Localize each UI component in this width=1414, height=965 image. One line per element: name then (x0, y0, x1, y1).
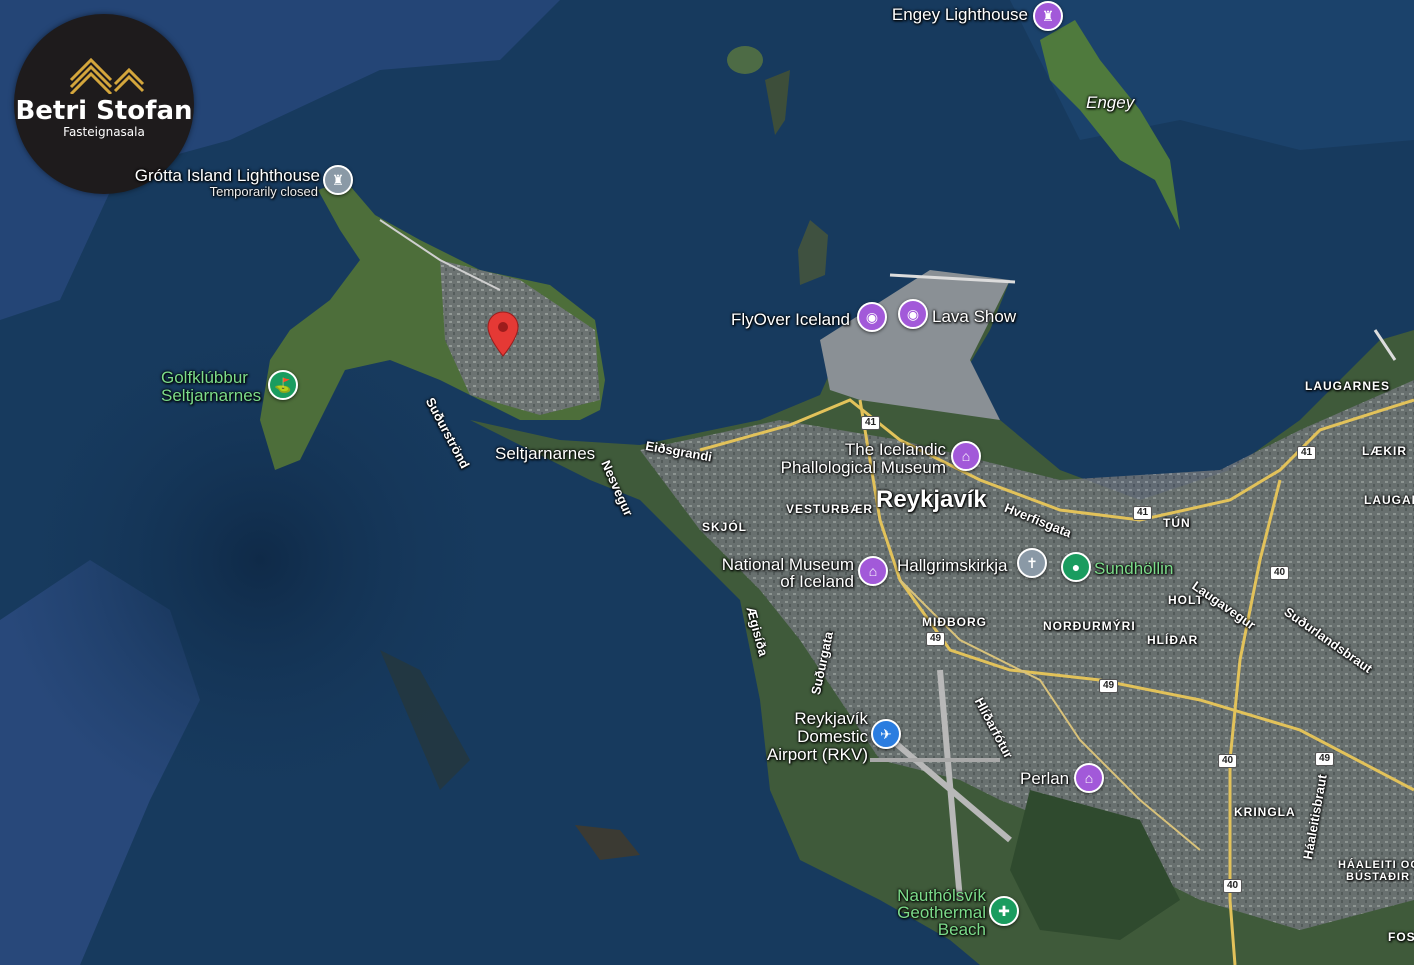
road-shield-40: 40 (1270, 566, 1290, 580)
place-label-seltjarnarnes: Seltjarnarnes (495, 444, 596, 463)
district-label-laugarnes: LAUGARNES (1305, 379, 1391, 393)
district-label-tun: TÚN (1163, 516, 1191, 530)
poi-label-airport-line3[interactable]: Airport (RKV) (740, 745, 868, 765)
hiking-icon[interactable]: ✚ (989, 896, 1019, 926)
district-label-haaleiti-line1: HÁALEITI OG (1338, 859, 1414, 871)
golf-icon[interactable]: ⛳ (268, 370, 298, 400)
road-shield-41: 41 (1133, 506, 1153, 520)
lighthouse-icon[interactable]: ♜ (323, 165, 353, 195)
district-label-midborg: MIÐBORG (922, 615, 987, 629)
district-label-hlidar: HLÍÐAR (1147, 633, 1199, 647)
poi-label-flyover[interactable]: FlyOver Iceland (700, 310, 850, 330)
island-label-engey: Engey (1086, 93, 1135, 112)
church-icon[interactable]: ✝ (1017, 548, 1047, 578)
district-label-laugar: LAUGAR (1364, 493, 1414, 507)
lighthouse-icon[interactable]: ♜ (1033, 1, 1063, 31)
poi-label-nautholsvik-line3[interactable]: Beach (870, 920, 986, 940)
poi-label-airport-line2[interactable]: Domestic (760, 727, 868, 747)
district-label-vesturbaer: VESTURBÆR (786, 502, 874, 516)
district-label-kringla: KRINGLA (1234, 805, 1296, 819)
pool-icon[interactable]: ● (1061, 552, 1091, 582)
poi-label-sundhollin[interactable]: Sundhöllin (1094, 559, 1173, 579)
road-shield-49: 49 (1315, 752, 1335, 766)
road-shield-49: 49 (1099, 679, 1119, 693)
road-shield-49: 49 (926, 632, 946, 646)
poi-label-perlan[interactable]: Perlan (1020, 769, 1069, 789)
road-shield-40: 40 (1218, 754, 1238, 768)
museum-icon[interactable]: ⌂ (858, 556, 888, 586)
satellite-map[interactable]: Betri Stofan Fasteignasala Engey Lightho… (0, 0, 1414, 965)
poi-label-phallological-line1[interactable]: The Icelandic (780, 440, 946, 460)
camera-icon[interactable]: ◉ (857, 302, 887, 332)
district-label-skjol: SKJÓL (702, 520, 748, 534)
poi-label-golf-line1[interactable]: Golfklúbbur (161, 368, 248, 388)
airplane-icon[interactable]: ✈ (871, 719, 901, 749)
poi-label-golf-line2[interactable]: Seltjarnarnes (161, 386, 261, 406)
poi-label-national-museum-line2[interactable]: of Iceland (730, 572, 854, 592)
road-shield-41: 41 (861, 416, 881, 430)
district-label-foss: FOS (1388, 930, 1414, 944)
poi-status-grotta: Temporarily closed (209, 184, 318, 199)
poi-label-engey-lighthouse[interactable]: Engey Lighthouse (860, 5, 1028, 25)
red-location-marker-icon[interactable] (487, 311, 519, 357)
camera-icon[interactable]: ◉ (898, 299, 928, 329)
poi-label-phallological-line2[interactable]: Phallological Museum (740, 458, 946, 478)
logo-subtitle: Fasteignasala (63, 125, 145, 139)
poi-label-airport-line1[interactable]: Reykjavík (760, 709, 868, 729)
road-shield-40: 40 (1223, 879, 1243, 893)
city-label-reykjavik: Reykjavík (876, 486, 987, 513)
museum-icon[interactable]: ⌂ (951, 441, 981, 471)
poi-label-hallgrimskirkja[interactable]: Hallgrimskirkja (897, 556, 1008, 576)
road-shield-41: 41 (1297, 446, 1317, 460)
district-label-haaleiti-line2: BÚSTAÐIR (1346, 871, 1411, 883)
poi-label-grotta-lighthouse[interactable]: Grótta Island Lighthouse (110, 166, 320, 186)
museum-icon[interactable]: ⌂ (1074, 763, 1104, 793)
logo-title: Betri Stofan (15, 96, 193, 126)
district-label-laekir: LÆKIR (1362, 444, 1407, 458)
logo-mark-icon (69, 57, 145, 94)
map-imagery (0, 0, 1414, 965)
district-label-nordurmyri: NORÐURMÝRI (1043, 619, 1136, 633)
poi-label-lava-show[interactable]: Lava Show (932, 307, 1016, 327)
